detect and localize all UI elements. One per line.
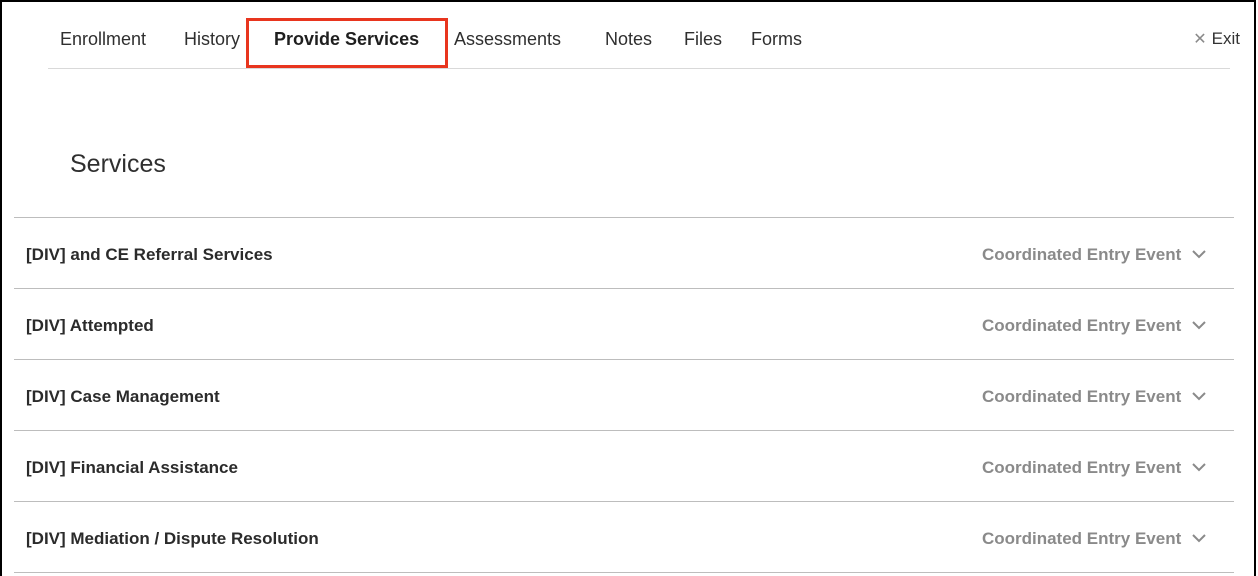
service-type[interactable]: Coordinated Entry Event bbox=[982, 245, 1206, 265]
exit-label: Exit bbox=[1211, 29, 1240, 48]
tab-forms[interactable]: Forms bbox=[751, 29, 802, 50]
service-type[interactable]: Coordinated Entry Event bbox=[982, 387, 1206, 407]
service-type-label: Coordinated Entry Event bbox=[981, 529, 1182, 548]
chevron-down-icon bbox=[1192, 533, 1206, 542]
service-type-label: Coordinated Entry Event bbox=[981, 316, 1182, 335]
service-name: [DIV] Attempted bbox=[26, 316, 154, 335]
service-type[interactable]: Coordinated Entry Event bbox=[982, 458, 1206, 478]
list-item[interactable]: [DIV] Case Management Coordinated Entry … bbox=[14, 359, 1234, 430]
service-type-label: Coordinated Entry Event bbox=[981, 245, 1182, 264]
service-name: [DIV] Case Management bbox=[26, 387, 220, 406]
tab-files[interactable]: Files bbox=[684, 29, 722, 50]
close-icon: ✕ bbox=[1193, 31, 1207, 48]
list-item[interactable]: [DIV] and CE Referral Services Coordinat… bbox=[14, 217, 1234, 288]
tab-notes[interactable]: Notes bbox=[605, 29, 652, 50]
chevron-down-icon bbox=[1192, 249, 1206, 258]
tab-assessments[interactable]: Assessments bbox=[454, 29, 561, 50]
service-name: [DIV] and CE Referral Services bbox=[26, 245, 273, 264]
service-type-label: Coordinated Entry Event bbox=[981, 458, 1182, 477]
service-type-label: Coordinated Entry Event bbox=[981, 387, 1182, 406]
tab-bar: Enrollment History Provide Services Asse… bbox=[48, 26, 1230, 69]
chevron-down-icon bbox=[1192, 391, 1206, 400]
chevron-down-icon bbox=[1192, 462, 1206, 471]
page-title: Services bbox=[70, 150, 166, 178]
app-window: Enrollment History Provide Services Asse… bbox=[0, 0, 1256, 576]
tab-history[interactable]: History bbox=[184, 29, 254, 50]
list-item[interactable]: [DIV] Financial Assistance Coordinated E… bbox=[14, 430, 1234, 501]
service-type[interactable]: Coordinated Entry Event bbox=[982, 529, 1206, 549]
tab-provide-services[interactable]: Provide Services bbox=[274, 29, 419, 50]
exit-button[interactable]: ✕ Exit bbox=[1193, 29, 1240, 49]
service-type[interactable]: Coordinated Entry Event bbox=[982, 316, 1206, 336]
list-item[interactable]: [DIV] Mediation / Dispute Resolution Coo… bbox=[14, 501, 1234, 573]
list-item[interactable]: [DIV] Attempted Coordinated Entry Event bbox=[14, 288, 1234, 359]
tab-enrollment[interactable]: Enrollment bbox=[60, 29, 146, 50]
chevron-down-icon bbox=[1192, 320, 1206, 329]
service-name: [DIV] Financial Assistance bbox=[26, 458, 238, 477]
services-list: [DIV] and CE Referral Services Coordinat… bbox=[14, 217, 1234, 573]
service-name: [DIV] Mediation / Dispute Resolution bbox=[26, 529, 319, 548]
